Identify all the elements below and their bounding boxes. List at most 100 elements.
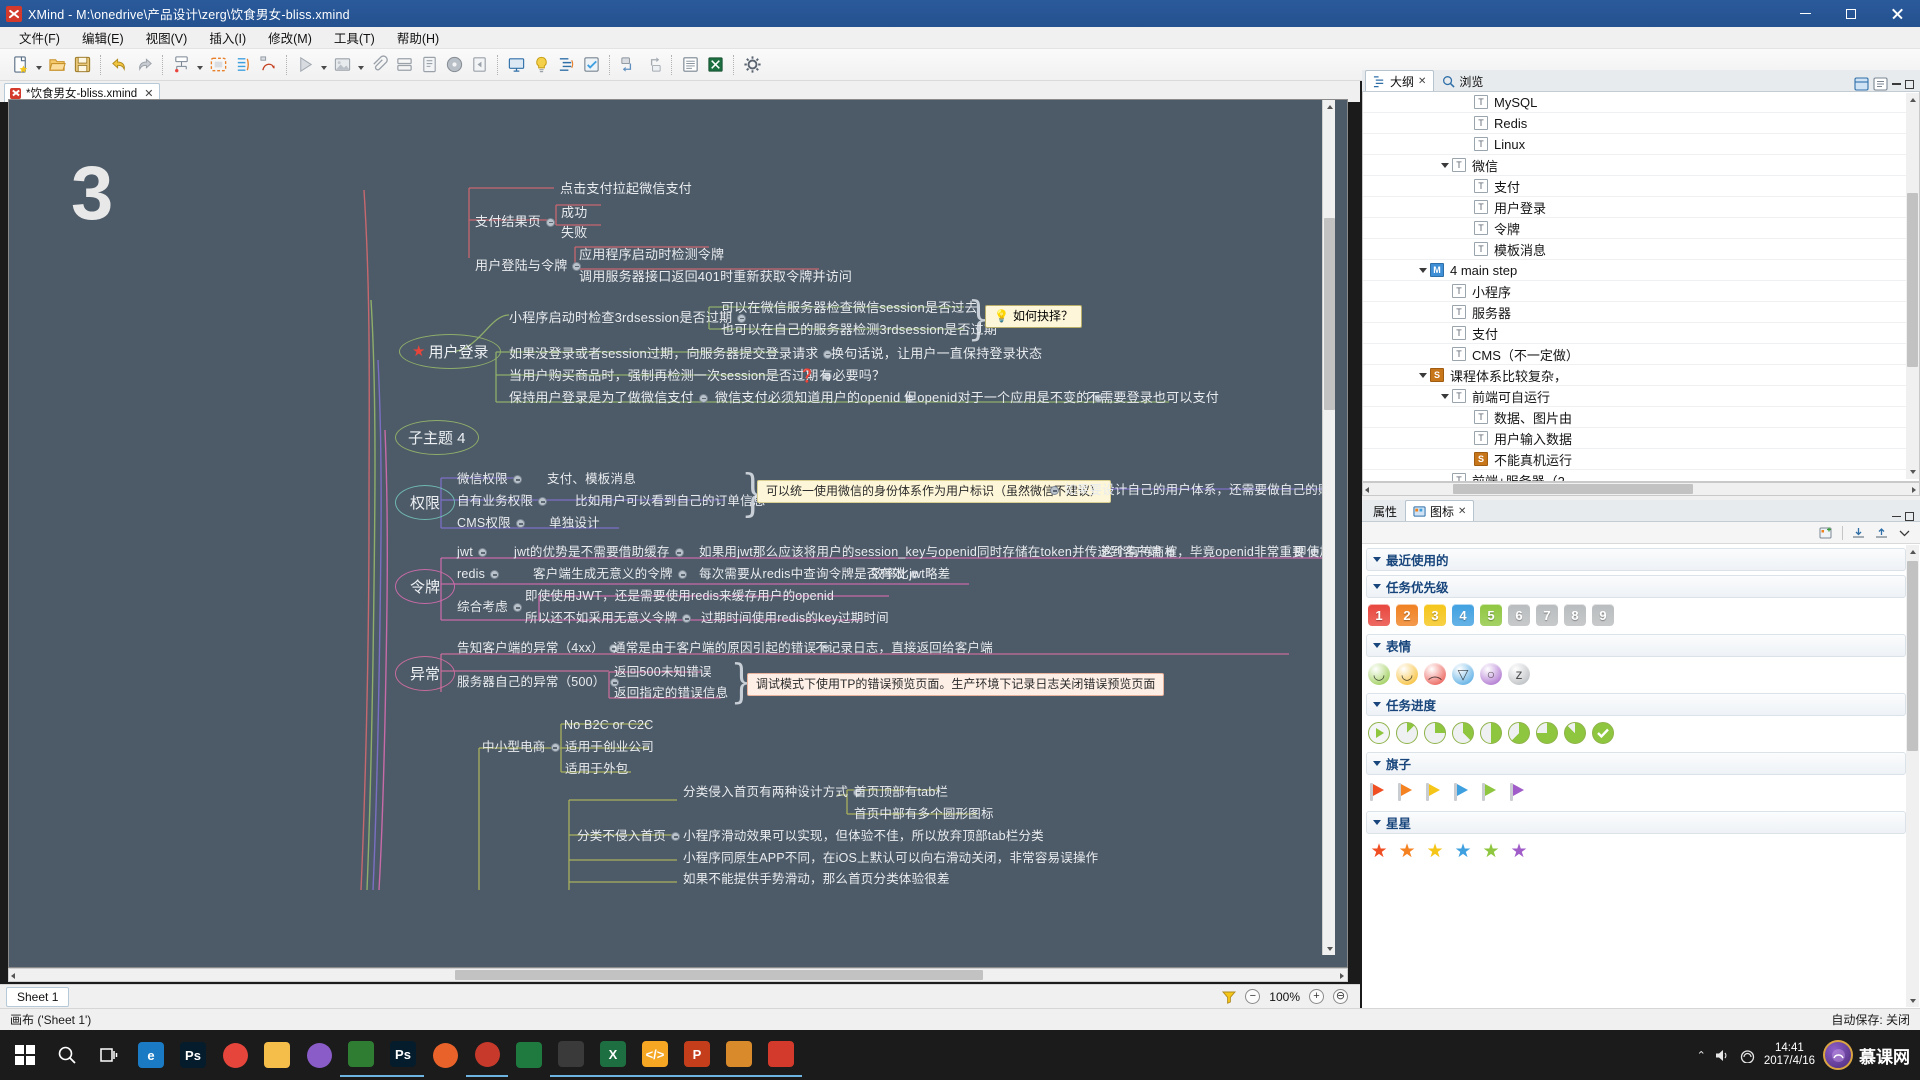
menu-edit[interactable]: 编辑(E) — [71, 26, 135, 49]
icon-group-header[interactable]: 旗子 — [1366, 752, 1906, 775]
outline-row[interactable]: T 用户登录 — [1363, 197, 1919, 218]
smile-green-icon[interactable]: ◡ — [1368, 663, 1390, 685]
insert-image-button[interactable] — [330, 53, 354, 77]
node-login-for-payment[interactable]: 保持用户登录是为了做微信支付 — [509, 390, 713, 406]
open-document-button[interactable] — [45, 53, 69, 77]
sheet-tab-1[interactable]: Sheet 1 — [6, 986, 70, 1007]
taskbar-app-firefox[interactable] — [424, 1033, 466, 1077]
outline-row[interactable]: T Linux — [1363, 134, 1919, 155]
insert-topic-button[interactable] — [169, 53, 193, 77]
volume-icon[interactable] — [1714, 1048, 1731, 1063]
presentation-button[interactable] — [293, 53, 317, 77]
node-is-necessary[interactable]: ❓ 有必要吗？ — [799, 368, 885, 384]
insert-attachment-button[interactable] — [367, 53, 391, 77]
tab-icons[interactable]: 图标 ✕ — [1405, 500, 1475, 521]
network-icon[interactable] — [1739, 1048, 1756, 1063]
outline-row[interactable]: T 模板消息 — [1363, 239, 1919, 260]
scroll-down-button[interactable] — [1906, 465, 1919, 478]
taskbar-app-edge[interactable]: e — [130, 1033, 172, 1077]
outline-row[interactable]: T MySQL — [1363, 92, 1919, 113]
sleep-gray-icon[interactable]: ᴢ — [1508, 663, 1530, 685]
flag-yellow-icon[interactable] — [1424, 781, 1446, 803]
close-icon[interactable]: ✕ — [144, 87, 153, 100]
close-icon[interactable]: ✕ — [1418, 76, 1426, 87]
outline-row[interactable]: S 课程体系比较复杂， — [1363, 365, 1919, 386]
tab-outline[interactable]: 大纲 ✕ — [1365, 70, 1435, 91]
outline-row[interactable]: T 小程序 — [1363, 281, 1919, 302]
node-client-exception-4xx[interactable]: 告知客户端的异常（4xx） — [457, 640, 623, 656]
outline-row[interactable]: T 令牌 — [1363, 218, 1919, 239]
flag-blue-icon[interactable] — [1452, 781, 1474, 803]
export-button[interactable] — [703, 53, 727, 77]
angry-red-icon[interactable]: ︵ — [1424, 663, 1446, 685]
outline-row[interactable]: T 微信 — [1363, 155, 1919, 176]
outline-row[interactable]: T CMS（不一定做） — [1363, 344, 1919, 365]
styles-button[interactable] — [678, 53, 702, 77]
progress-1-8-icon[interactable] — [1396, 722, 1418, 744]
node-keep-login-state[interactable]: 换句话说，让用户一直保持登录状态 — [831, 346, 1042, 362]
scroll-left-button[interactable] — [1365, 480, 1369, 498]
cry-blue-icon[interactable]: ▽ — [1452, 663, 1474, 685]
collapse-bullet[interactable] — [550, 743, 560, 753]
node-click-pay-wechat[interactable]: 点击支付拉起微信支付 — [560, 181, 692, 197]
surprise-purple-icon[interactable]: ○ — [1480, 663, 1502, 685]
taskbar-app-recorder[interactable] — [466, 1033, 508, 1077]
scroll-up-button[interactable] — [1323, 100, 1335, 113]
priority-8-icon[interactable]: 8 — [1564, 604, 1586, 626]
node-pay-without-login[interactable]: 不需要登录也可以支付 — [1087, 390, 1219, 406]
node-home-circle-icons[interactable]: 首页中部有多个圆形图标 — [854, 806, 994, 822]
collapse-bullet[interactable] — [698, 394, 708, 404]
node-separate-design[interactable]: 单独设计 — [549, 515, 600, 531]
taskbar-app-chrome[interactable] — [214, 1033, 256, 1077]
laugh-yellow-icon[interactable]: ◡ — [1396, 663, 1418, 685]
collapse-bullet[interactable] — [538, 497, 548, 507]
progress-3-8-icon[interactable] — [1452, 722, 1474, 744]
flag-green-icon[interactable] — [1480, 781, 1502, 803]
star-green-icon[interactable]: ★ — [1480, 840, 1502, 862]
outline-row[interactable]: T Redis — [1363, 113, 1919, 134]
start-button[interactable] — [4, 1033, 46, 1077]
icon-group-header[interactable]: 任务进度 — [1366, 693, 1906, 716]
maximize-button[interactable] — [1828, 0, 1874, 27]
node-openid-constant[interactable]: 但openid对于一个应用是不变的 — [904, 390, 1108, 406]
presentation-dropdown[interactable] — [318, 53, 329, 77]
collapse-bullet[interactable] — [512, 603, 522, 613]
open-idea-button[interactable] — [529, 53, 553, 77]
menu-help[interactable]: 帮助(H) — [386, 26, 450, 49]
taskbar-app-photoshop2[interactable]: Ps — [382, 1033, 424, 1077]
node-return-specified-error[interactable]: 返回指定的错误信息 — [614, 685, 728, 701]
outline-vertical-scrollbar[interactable] — [1906, 93, 1919, 479]
collapse-bullet[interactable] — [477, 548, 487, 558]
node-pay-result-page[interactable]: 支付结果页 — [475, 214, 560, 230]
node-no-log-return-client[interactable]: 不记录日志，直接返回给客户端 — [815, 640, 993, 656]
node-overall-consideration[interactable]: 综合考虑 — [457, 599, 527, 615]
outline-row[interactable]: T 前端+服务器（2 — [1363, 470, 1919, 481]
collapse-bullet[interactable] — [682, 614, 692, 624]
topic-permission[interactable]: 权限 — [395, 485, 456, 520]
node-check-wechat-server[interactable]: 可以在微信服务器检查微信session是否过去 — [721, 300, 978, 316]
done-icon[interactable] — [1592, 722, 1614, 744]
star-red-icon[interactable]: ★ — [1368, 840, 1390, 862]
node-category-not-in-home[interactable]: 分类不侵入首页 — [577, 828, 685, 844]
icon-group-header[interactable]: 星星 — [1366, 811, 1906, 834]
minimize-button[interactable] — [1782, 0, 1828, 27]
node-small-medium-ecommerce[interactable]: 中小型电商 — [482, 739, 565, 755]
mindmap-canvas[interactable]: 3}}} ★ 用户登录 子主题 4 权限 令牌 异常 点击支付拉起微信支付… — [9, 100, 1335, 955]
tab-properties[interactable]: 属性 — [1365, 500, 1405, 521]
outline-row[interactable]: T 支付 — [1363, 176, 1919, 197]
icon-panel-scrollbar[interactable] — [1906, 545, 1919, 1007]
node-submit-login-request[interactable]: 如果没登录或者session过期，向服务器提交登录请求 — [509, 346, 837, 362]
new-document-button[interactable] — [8, 53, 32, 77]
topic-token[interactable]: 令牌 — [395, 569, 456, 604]
insert-relationship-button[interactable] — [256, 53, 280, 77]
taskbar-app-camtasia[interactable] — [340, 1033, 382, 1077]
collapse-bullet[interactable] — [515, 519, 525, 529]
insert-topic-dropdown[interactable] — [194, 53, 205, 77]
node-no-gesture-poor-ux[interactable]: 如果不能提供手势滑动，那么首页分类体验很差 — [683, 871, 950, 887]
export-icon[interactable] — [1874, 526, 1889, 540]
zoom-level-label[interactable]: 100% — [1269, 990, 1300, 1004]
progress-1-2-icon[interactable] — [1480, 722, 1502, 744]
outline-row[interactable]: T 服务器 — [1363, 302, 1919, 323]
outline-row[interactable]: T 前端可自运行 — [1363, 386, 1919, 407]
funnel-icon[interactable] — [1222, 990, 1237, 1004]
